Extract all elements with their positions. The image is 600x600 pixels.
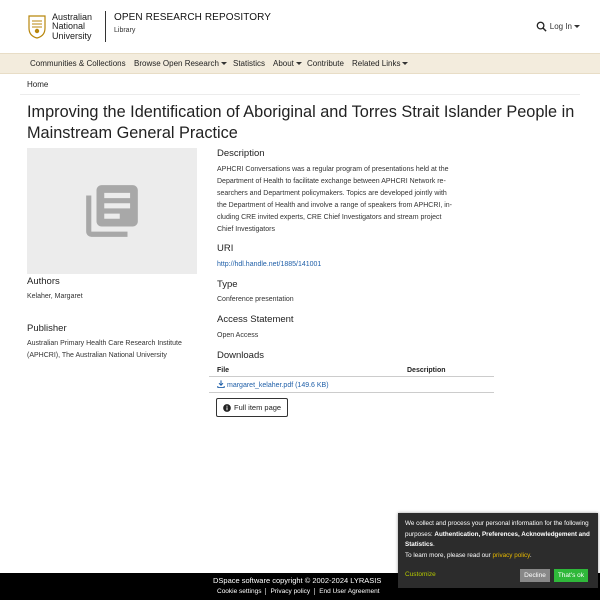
table-header-row: File Description: [209, 365, 494, 377]
item-thumbnail: [27, 148, 197, 274]
authors-value[interactable]: Kelaher, Margaret: [27, 291, 83, 303]
site-header: Australian National University OPEN RESE…: [0, 0, 600, 53]
nav-statistics[interactable]: Statistics: [233, 59, 265, 68]
chevron-down-icon: [220, 62, 227, 66]
privacy-policy-link[interactable]: privacy policy: [493, 552, 530, 559]
breadcrumb-divider: [20, 94, 580, 95]
nav-communities-collections[interactable]: Communities & Collections: [30, 59, 126, 68]
authors-heading: Authors: [27, 276, 60, 287]
customize-link[interactable]: Customize: [405, 570, 520, 581]
chevron-down-icon: [574, 25, 580, 29]
uri-value: http://hdl.handle.net/1885/141001: [217, 259, 321, 271]
nav-browse-open-research[interactable]: Browse Open Research: [134, 59, 227, 68]
description-heading: Description: [217, 148, 265, 159]
publisher-heading: Publisher: [27, 323, 67, 334]
download-icon: [217, 380, 225, 388]
cookie-consent-banner: We collect and process your personal inf…: [398, 513, 598, 588]
uri-link[interactable]: http://hdl.handle.net/1885/141001: [217, 261, 321, 268]
logo-text: Australian National University: [52, 11, 93, 41]
footer-link-privacy-policy[interactable]: Privacy policy: [265, 588, 314, 595]
nav-about[interactable]: About: [273, 59, 302, 68]
search-icon[interactable]: [536, 21, 547, 32]
type-value: Conference presentation: [217, 296, 294, 303]
cookie-actions: Customize Decline That's ok: [405, 568, 588, 582]
repository-subtitle: Library: [114, 27, 136, 34]
cookie-message: We collect and process your personal inf…: [405, 520, 590, 548]
type-heading: Type: [217, 279, 238, 290]
library-books-icon: [86, 185, 138, 237]
file-column-header: File: [209, 365, 399, 377]
anu-logo[interactable]: Australian National University: [27, 12, 107, 42]
access-heading: Access Statement: [217, 314, 294, 325]
cookie-policy-line: To learn more, please read our privacy p…: [405, 551, 532, 559]
login-area: Log In: [536, 21, 580, 32]
breadcrumb-home[interactable]: Home: [27, 80, 48, 89]
file-cell: margaret_kelaher.pdf (149.6 KB): [209, 376, 399, 393]
anu-crest-icon: [28, 15, 46, 39]
table-row: margaret_kelaher.pdf (149.6 KB): [209, 376, 494, 393]
repository-title[interactable]: OPEN RESEARCH REPOSITORY: [114, 12, 271, 23]
chevron-down-icon: [295, 62, 302, 66]
accept-button[interactable]: That's ok: [553, 568, 588, 582]
footer-link-end-user-agreement[interactable]: End User Agreement: [314, 588, 383, 595]
file-description-cell: [399, 376, 494, 393]
description-text: APHCRI Conversations was a regular progr…: [217, 166, 453, 233]
nav-related-links[interactable]: Related Links: [352, 59, 409, 68]
file-download-link[interactable]: margaret_kelaher.pdf (149.6 KB): [217, 380, 329, 389]
footer-copyright: DSpace software copyright © 2002-2024 LY…: [213, 576, 382, 585]
uri-heading: URI: [217, 243, 234, 254]
access-value: Open Access: [217, 332, 259, 339]
description-column-header: Description: [399, 365, 494, 377]
info-circle-icon: [223, 403, 231, 412]
full-item-page-button[interactable]: Full item page: [216, 398, 289, 417]
footer-links: Cookie settings Privacy policy End User …: [213, 588, 384, 595]
main-nav: Communities & Collections Browse Open Re…: [0, 53, 600, 74]
downloads-heading: Downloads: [217, 350, 264, 361]
publisher-value: Australian Primary Health Care Research …: [27, 340, 182, 359]
decline-button[interactable]: Decline: [520, 568, 550, 582]
logo-divider: [105, 11, 106, 42]
footer-link-cookie-settings[interactable]: Cookie settings: [213, 588, 265, 595]
nav-contribute[interactable]: Contribute: [307, 59, 344, 68]
downloads-table: File Description margaret_kelaher.pdf (1…: [209, 365, 494, 393]
login-button[interactable]: Log In: [550, 22, 580, 31]
page-title: Improving the Identification of Aborigin…: [27, 103, 575, 142]
chevron-down-icon: [402, 62, 409, 66]
